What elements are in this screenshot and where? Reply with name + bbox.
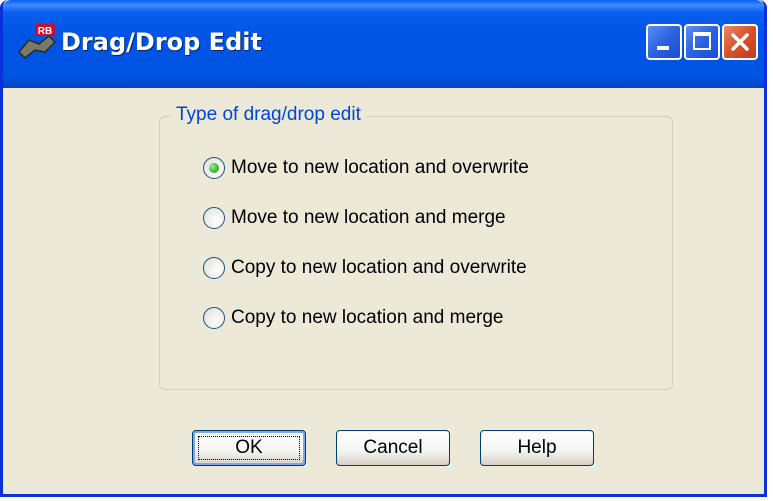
radio-selected-dot (209, 163, 219, 173)
cancel-button[interactable]: Cancel (336, 430, 450, 466)
maximize-button[interactable] (684, 24, 720, 60)
close-button[interactable] (722, 24, 758, 60)
radio-option-move-merge[interactable]: Move to new location and merge (203, 203, 506, 233)
radio-label[interactable]: Copy to new location and overwrite (231, 257, 527, 279)
radio-label[interactable]: Copy to new location and merge (231, 307, 504, 329)
help-button[interactable]: Help (480, 430, 594, 466)
radio-option-copy-overwrite[interactable]: Copy to new location and overwrite (203, 253, 527, 283)
radio-label[interactable]: Move to new location and merge (231, 207, 506, 229)
radio-option-move-overwrite[interactable]: Move to new location and overwrite (203, 153, 529, 183)
minimize-icon (657, 46, 669, 50)
minimize-button[interactable] (646, 24, 682, 60)
dialog-window: RB Drag/Drop Edit Type of drag/drop edit… (0, 0, 767, 497)
ok-button[interactable]: OK (192, 430, 306, 466)
window-title: Drag/Drop Edit (61, 28, 262, 56)
radio-button[interactable] (203, 207, 225, 229)
svg-text:RB: RB (38, 26, 52, 37)
group-label: Type of drag/drop edit (171, 102, 366, 128)
focus-rect (198, 436, 300, 460)
radio-button[interactable] (203, 307, 225, 329)
close-icon (731, 33, 749, 51)
radio-button[interactable] (203, 157, 225, 179)
rb-app-icon: RB (17, 24, 57, 60)
title-bar[interactable]: RB Drag/Drop Edit (3, 0, 764, 88)
radio-button[interactable] (203, 257, 225, 279)
radio-option-copy-merge[interactable]: Copy to new location and merge (203, 303, 504, 333)
maximize-icon (693, 32, 711, 50)
radio-label[interactable]: Move to new location and overwrite (231, 157, 529, 179)
